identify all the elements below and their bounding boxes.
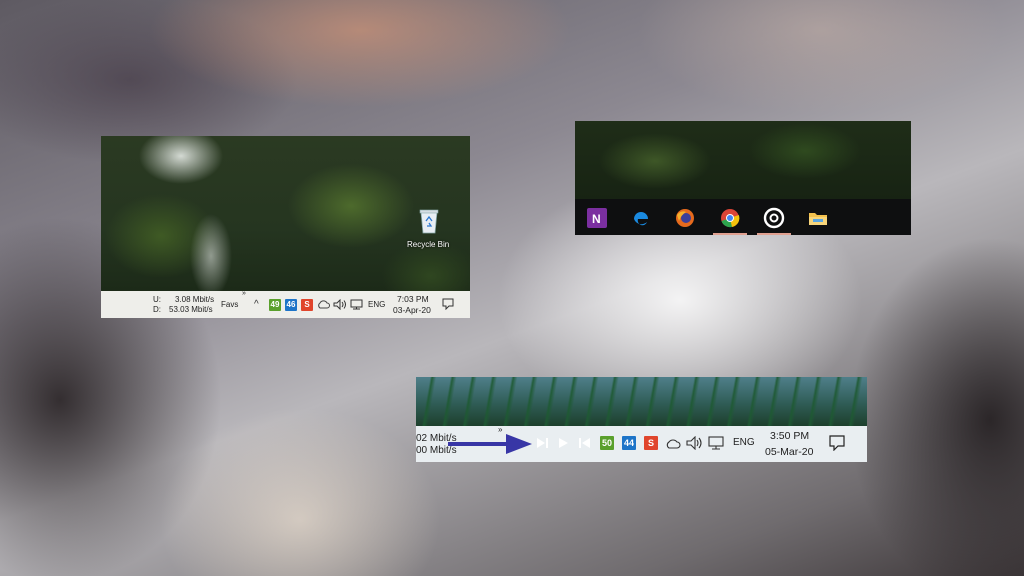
next-track-icon[interactable] xyxy=(536,437,549,449)
svg-text:N: N xyxy=(592,212,601,226)
tray-screenshot-panel: 02 Mbit/s 00 Mbit/s » 50 44 S ENG 3:50 P… xyxy=(416,377,867,462)
download-label: D: xyxy=(153,305,161,314)
tray-badge-blue[interactable]: 46 xyxy=(285,299,297,311)
tray-app-s-icon[interactable]: S xyxy=(301,299,313,311)
firefox-icon[interactable] xyxy=(674,207,696,229)
upload-speed: 3.08 Mbit/s xyxy=(175,295,215,304)
upload-label: U: xyxy=(153,295,161,304)
tray-badge-green[interactable]: 50 xyxy=(600,436,614,450)
chrome-icon[interactable] xyxy=(719,207,741,229)
groove-music-icon[interactable] xyxy=(763,207,785,229)
onenote-icon[interactable]: N xyxy=(586,207,608,229)
tray-badge-green[interactable]: 49 xyxy=(269,299,281,311)
input-language[interactable]: ENG xyxy=(733,438,755,448)
annotation-arrow-icon xyxy=(448,434,532,454)
taskbar: U: 3.08 Mbit/s D: 53.03 Mbit/s » Favs ^ … xyxy=(101,289,470,318)
action-center-icon[interactable] xyxy=(442,298,454,310)
tray-badge-blue[interactable]: 44 xyxy=(622,436,636,450)
onedrive-icon[interactable] xyxy=(317,300,330,309)
action-center-icon[interactable] xyxy=(829,435,845,451)
clock-date[interactable]: 05-Mar-20 xyxy=(765,446,813,458)
taskbar: 02 Mbit/s 00 Mbit/s » 50 44 S ENG 3:50 P… xyxy=(416,425,867,462)
groove-active-indicator xyxy=(757,233,791,235)
volume-icon[interactable] xyxy=(333,299,347,310)
file-explorer-icon[interactable] xyxy=(807,207,829,229)
clock-date[interactable]: 03-Apr-20 xyxy=(393,305,431,315)
show-hidden-icons-chevron[interactable]: ^ xyxy=(254,299,259,311)
play-icon[interactable] xyxy=(558,437,569,449)
volume-icon[interactable] xyxy=(686,436,703,450)
desktop-screenshot-panel: Recycle Bin U: 3.08 Mbit/s D: 53.03 Mbit… xyxy=(101,136,470,318)
clock-time[interactable]: 3:50 PM xyxy=(770,430,809,442)
recycle-bin-icon[interactable] xyxy=(418,208,440,234)
taskbar: N xyxy=(575,199,911,235)
network-icon[interactable] xyxy=(708,436,725,450)
edge-icon[interactable] xyxy=(630,207,652,229)
chrome-active-indicator xyxy=(713,233,747,235)
desktop-wallpaper xyxy=(101,136,470,291)
toolbar-overflow-icon[interactable]: » xyxy=(242,289,246,299)
desktop-wallpaper xyxy=(575,121,911,199)
pinned-apps-screenshot-panel: N xyxy=(575,121,911,235)
onedrive-icon[interactable] xyxy=(665,438,681,449)
favs-toolbar[interactable]: Favs xyxy=(221,300,238,310)
network-icon[interactable] xyxy=(350,299,363,310)
desktop-wallpaper xyxy=(416,377,867,426)
clock-time[interactable]: 7:03 PM xyxy=(397,294,429,304)
recycle-bin-label: Recycle Bin xyxy=(407,240,450,249)
tray-app-s-icon[interactable]: S xyxy=(644,436,658,450)
previous-track-icon[interactable] xyxy=(578,437,591,449)
download-speed: 53.03 Mbit/s xyxy=(169,305,213,314)
input-language[interactable]: ENG xyxy=(368,300,385,310)
